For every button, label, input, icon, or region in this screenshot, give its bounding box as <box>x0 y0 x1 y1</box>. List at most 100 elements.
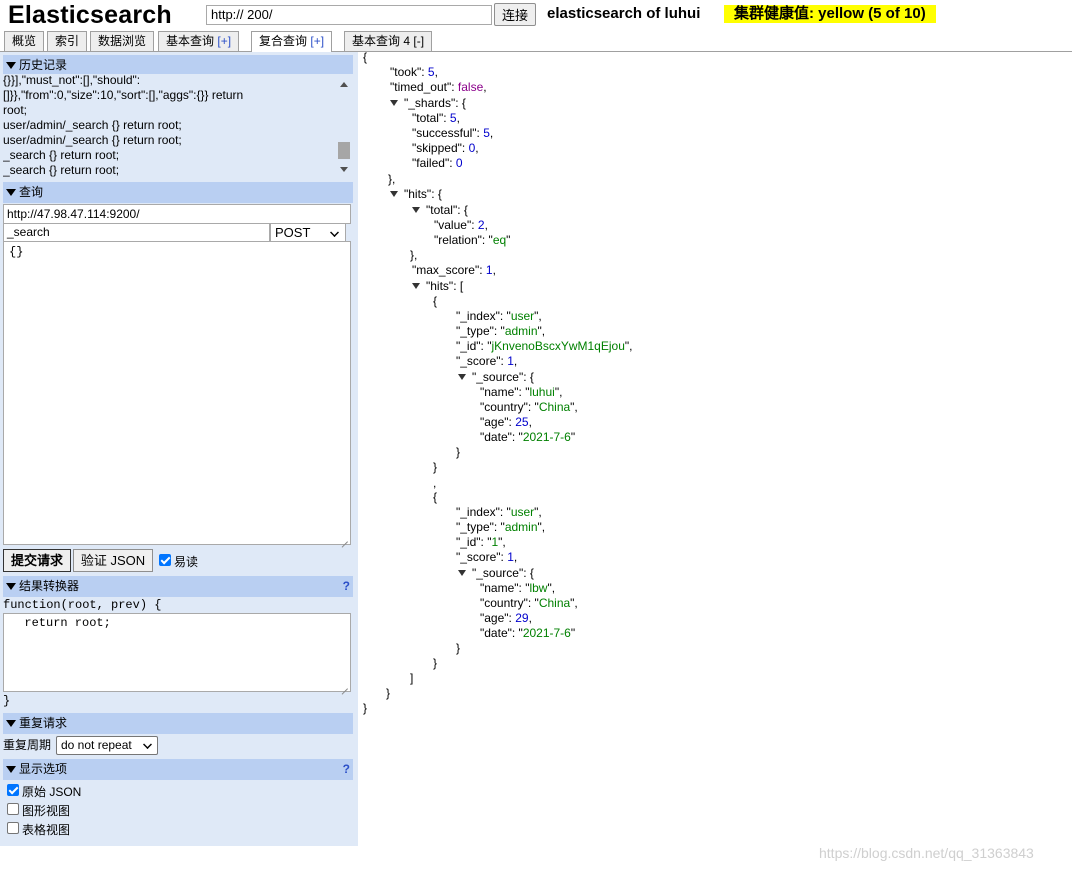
table-view-checkbox[interactable] <box>7 822 19 834</box>
json-line: "skipped": 0, <box>412 141 479 155</box>
json-value: admin <box>504 324 538 338</box>
json-line: } <box>433 656 438 670</box>
json-line[interactable]: "total": { <box>412 203 468 218</box>
collapse-triangle-icon[interactable] <box>458 374 466 380</box>
json-line: "value": 2, <box>434 218 488 232</box>
transformer-textarea[interactable]: return root; <box>3 613 351 692</box>
json-line: "failed": 0 <box>412 156 463 170</box>
json-line: "name": "lbw", <box>480 581 556 595</box>
json-value: 2021-7-6 <box>522 430 571 444</box>
json-line: "relation": "eq" <box>434 233 511 247</box>
json-line: "_id": "jKnvenoBscxYwM1qEjou", <box>456 339 633 353</box>
json-value: 1 <box>507 354 514 368</box>
json-line: } <box>433 460 438 474</box>
transformer-section-header[interactable]: 结果转换器 ? <box>3 576 353 597</box>
json-value: 1 <box>485 263 493 277</box>
resize-handle-icon[interactable] <box>341 535 349 543</box>
history-entries[interactable]: {}}],"must_not":[],"should": []}},"from"… <box>3 74 333 178</box>
json-line[interactable]: "hits": { <box>390 187 442 202</box>
collapse-triangle-icon[interactable] <box>412 283 420 289</box>
query-section-header[interactable]: 查询 <box>3 182 353 203</box>
json-line[interactable]: "_source": { <box>458 566 534 581</box>
query-url-input[interactable]: http://47.98.47.114:9200/ <box>3 204 351 224</box>
transformer-signature: function(root, prev) { <box>3 598 162 612</box>
result-json-view: { "took": 5, "timed_out": false, "_shard… <box>362 50 1062 732</box>
json-value: 5 <box>449 111 457 125</box>
help-icon[interactable]: ? <box>343 759 350 780</box>
raw-json-label: 原始 JSON <box>22 785 82 799</box>
json-line: "_index": "user", <box>456 309 542 323</box>
raw-json-checkbox[interactable] <box>7 784 19 796</box>
json-value: false <box>457 80 484 94</box>
resize-handle-icon[interactable] <box>341 682 349 690</box>
history-scrollbar[interactable] <box>337 74 351 181</box>
json-value: 29 <box>515 611 529 625</box>
tab-label: 复合查询 <box>259 34 308 48</box>
collapse-triangle-icon <box>6 583 16 590</box>
json-line: }, <box>410 248 418 262</box>
easy-read-label: 易读 <box>174 555 199 569</box>
collapse-triangle-icon[interactable] <box>390 100 398 106</box>
server-url-input[interactable]: http:// 200/ <box>206 5 492 25</box>
json-line: { <box>433 294 438 308</box>
tab-add-icon[interactable]: [+] <box>217 34 231 48</box>
tab-overview[interactable]: 概览 <box>4 31 45 51</box>
connect-button[interactable]: 连接 <box>494 3 536 26</box>
collapse-triangle-icon[interactable] <box>412 207 420 213</box>
method-value: POST <box>275 225 311 240</box>
json-value: eq <box>492 233 507 247</box>
scroll-up-icon[interactable] <box>340 82 348 87</box>
json-value: China <box>538 400 571 414</box>
tab-add-icon[interactable]: [+] <box>310 34 324 48</box>
history-list[interactable]: {}}],"must_not":[],"should": []}},"from"… <box>3 74 353 181</box>
app-title: Elasticsearch <box>8 1 172 29</box>
collapse-triangle-icon[interactable] <box>458 570 466 576</box>
query-path-input[interactable]: _search <box>3 223 270 242</box>
tab-label: 概览 <box>12 34 37 48</box>
tab-label: 基本查询 4 <box>352 34 411 48</box>
json-value: 5 <box>427 65 435 79</box>
method-select[interactable]: POST <box>270 223 346 242</box>
tab-browser[interactable]: 数据浏览 <box>90 31 155 51</box>
repeat-period-value: do not repeat <box>61 738 132 752</box>
tab-compound-query[interactable]: 复合查询 [+] <box>251 31 333 53</box>
repeat-section-header[interactable]: 重复请求 <box>3 713 353 734</box>
json-line[interactable]: "_source": { <box>458 370 534 385</box>
app-header: Elasticsearch http:// 200/ 连接 elasticsea… <box>0 0 1072 30</box>
json-line: "age": 25, <box>480 415 532 429</box>
json-value: jKnvenoBscxYwM1qEjou <box>491 339 625 353</box>
graph-view-checkbox[interactable] <box>7 803 19 815</box>
help-icon[interactable]: ? <box>343 576 350 597</box>
scroll-thumb[interactable] <box>338 142 350 159</box>
history-section-header[interactable]: 历史记录 <box>3 55 353 76</box>
json-value: 1 <box>507 550 514 564</box>
tab-indices[interactable]: 索引 <box>47 31 88 51</box>
json-value: 5 <box>483 126 490 140</box>
easy-read-checkbox[interactable] <box>159 554 171 566</box>
json-line[interactable]: "hits": [ <box>412 279 463 294</box>
json-line: ] <box>410 671 414 685</box>
json-value: luhui <box>529 385 555 399</box>
collapse-triangle-icon <box>6 766 16 773</box>
section-title: 结果转换器 <box>19 579 80 593</box>
json-line: "name": "luhui", <box>480 385 563 399</box>
json-line: "date": "2021-7-6" <box>480 430 576 444</box>
scroll-down-icon[interactable] <box>340 167 348 172</box>
json-line[interactable]: "_shards": { <box>390 96 466 111</box>
submit-request-button[interactable]: 提交请求 <box>3 549 71 572</box>
validate-json-button[interactable]: 验证 JSON <box>73 549 153 572</box>
collapse-triangle-icon <box>6 720 16 727</box>
tab-basic-query-4[interactable]: 基本查询 4 [-] <box>344 31 433 51</box>
json-line: "total": 5, <box>412 111 460 125</box>
repeat-period-select[interactable]: do not repeat <box>56 736 158 755</box>
tab-close-icon[interactable]: [-] <box>413 34 424 48</box>
display-section-header[interactable]: 显示选项 ? <box>3 759 353 780</box>
collapse-triangle-icon[interactable] <box>390 191 398 197</box>
json-line: { <box>363 50 368 64</box>
json-line: "_id": "1", <box>456 535 506 549</box>
json-line: } <box>363 701 368 715</box>
json-line: "_type": "admin", <box>456 520 546 534</box>
tab-basic-query[interactable]: 基本查询 [+] <box>158 31 240 51</box>
query-body-textarea[interactable]: {} <box>3 241 351 545</box>
tab-label: 索引 <box>55 34 80 48</box>
